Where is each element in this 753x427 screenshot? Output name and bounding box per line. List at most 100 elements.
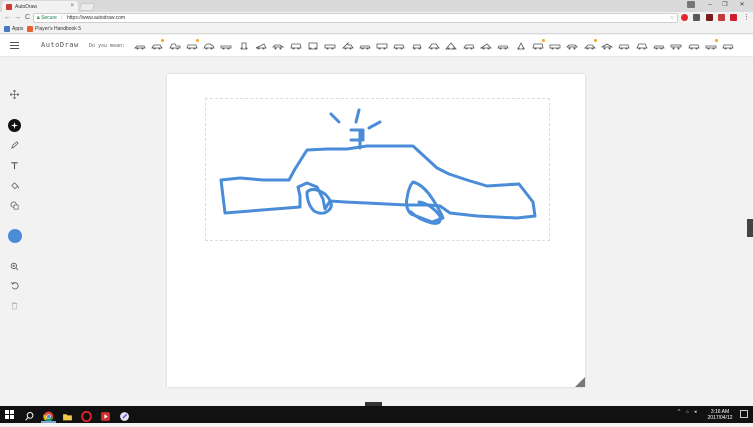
app-icon[interactable] [119, 409, 130, 421]
extension-icon[interactable] [718, 14, 725, 21]
delete-tool[interactable] [8, 299, 21, 312]
vehicle-icon [203, 43, 215, 50]
suggestion-thumbnail[interactable] [305, 40, 322, 52]
suggestion-thumbnail[interactable] [599, 40, 616, 52]
drawing-canvas[interactable] [167, 74, 585, 387]
bookmark-star-icon[interactable]: ☆ [670, 14, 674, 22]
suggestion-thumbnail[interactable] [270, 40, 287, 52]
extension-icon[interactable] [730, 14, 737, 21]
media-app-icon[interactable] [100, 409, 111, 421]
suggestion-thumbnail[interactable] [651, 40, 668, 52]
autodraw-tool[interactable] [8, 119, 21, 132]
suggestion-thumbnail[interactable] [184, 39, 201, 52]
close-window-button[interactable]: ✕ [734, 0, 750, 10]
suggestion-thumbnail[interactable] [720, 40, 737, 52]
suggestion-thumbnail[interactable] [391, 40, 408, 52]
suggestion-thumbnail[interactable] [149, 39, 166, 52]
suggestion-thumbnail[interactable] [564, 40, 581, 52]
suggestion-thumbnail[interactable] [495, 40, 512, 52]
vehicle-icon [445, 42, 458, 50]
suggestion-thumbnail[interactable] [686, 40, 703, 52]
browser-window: AutoDraw × – ❐ ✕ ← → C 🔒︎ Secure | https… [0, 0, 753, 423]
chrome-icon[interactable] [43, 409, 54, 422]
windows-start-icon[interactable] [5, 410, 14, 419]
suggestion-thumbnail[interactable] [426, 40, 443, 52]
suggestion-thumbnail[interactable] [167, 40, 184, 52]
network-icon[interactable]: ⌂ [686, 409, 689, 415]
tab-close-icon[interactable]: × [70, 3, 74, 9]
suggestion-thumbnail[interactable] [253, 40, 270, 52]
vehicle-icon [532, 43, 544, 50]
suggestion-thumbnail[interactable] [132, 40, 149, 52]
suggestion-thumbnail[interactable] [513, 40, 530, 52]
suggestion-thumbnail[interactable] [340, 40, 357, 52]
extension-icon[interactable] [693, 14, 700, 21]
suggestion-thumbnail[interactable] [409, 40, 426, 52]
vehicle-icon [412, 44, 422, 50]
new-tab-button[interactable] [78, 3, 96, 11]
suggestion-thumbnail[interactable] [374, 40, 391, 52]
vehicle-icon [583, 44, 596, 50]
back-button[interactable]: ← [3, 13, 12, 22]
menu-kebab-icon[interactable]: ⋮ [743, 14, 750, 21]
tab-strip: AutoDraw × – ❐ ✕ [0, 0, 753, 12]
suggestion-thumbnail[interactable] [634, 40, 651, 52]
draw-tool[interactable] [8, 139, 21, 152]
app-header: AutoDraw Do you mean: [0, 35, 753, 57]
vehicle-icon [134, 45, 146, 50]
hamburger-menu-icon[interactable] [10, 42, 19, 49]
action-center-icon[interactable] [740, 410, 748, 418]
suggestion-thumbnail[interactable] [616, 40, 633, 52]
suggestion-thumbnail[interactable] [461, 40, 478, 52]
canvas-resize-handle[interactable] [575, 377, 585, 387]
suggestion-thumbnail[interactable] [236, 40, 253, 52]
minimize-button[interactable]: – [703, 0, 717, 10]
vehicle-icon [341, 42, 354, 50]
suggestion-thumbnail[interactable] [201, 40, 218, 52]
user-profile-icon[interactable] [687, 1, 695, 8]
suggestion-thumbnail[interactable] [703, 39, 720, 52]
system-clock[interactable]: 3:16 AM 2017/04/12 [703, 409, 737, 421]
extension-icon[interactable] [706, 14, 713, 21]
suggestion-thumbnail[interactable] [288, 40, 305, 52]
tray-chevron-icon[interactable]: ^ [678, 409, 680, 415]
opera-extension-icon[interactable] [681, 14, 688, 21]
suggestion-thumbnail[interactable] [530, 39, 547, 52]
volume-icon[interactable]: ◂ [694, 409, 697, 415]
vehicle-icon [653, 45, 665, 50]
suggestion-thumbnail[interactable] [322, 40, 339, 52]
bookmark-players-handbook[interactable]: Player's Handbook 5 [27, 25, 81, 33]
shape-tool[interactable] [8, 199, 21, 212]
forward-button[interactable]: → [13, 13, 22, 22]
undo-tool[interactable] [8, 279, 21, 292]
suggestion-thumbnail[interactable] [668, 40, 685, 52]
color-picker[interactable] [8, 229, 22, 243]
move-tool[interactable] [8, 88, 21, 101]
suggestion-thumbnail[interactable] [582, 39, 599, 52]
suggestion-thumbnail[interactable] [218, 40, 235, 52]
suggestion-thumbnail[interactable] [443, 40, 460, 52]
type-tool[interactable] [8, 159, 21, 172]
reload-button[interactable]: C [23, 13, 32, 22]
search-icon[interactable] [24, 409, 35, 421]
suggestion-strip [132, 39, 752, 52]
page-scrollbar[interactable] [747, 219, 753, 237]
vehicle-icon [635, 43, 648, 50]
suggestion-thumbnail[interactable] [478, 40, 495, 52]
fill-tool[interactable] [8, 179, 21, 192]
autodraw-sparkle-icon [10, 121, 19, 130]
opera-icon[interactable] [81, 409, 92, 423]
windows-taskbar: ^ ⌂ ◂ 3:16 AM 2017/04/12 [0, 406, 753, 423]
address-bar[interactable]: 🔒︎ Secure | https://www.autodraw.com ☆ [33, 13, 678, 23]
zoom-tool[interactable] [8, 260, 21, 273]
suggestion-thumbnail[interactable] [357, 40, 374, 52]
autodraw-favicon-icon [6, 3, 12, 10]
suggestion-thumbnail[interactable] [547, 40, 564, 52]
file-explorer-icon[interactable] [62, 409, 73, 421]
vehicle-icon [393, 44, 406, 50]
restore-button[interactable]: ❐ [718, 0, 732, 10]
apps-grid-icon [4, 26, 10, 32]
bookmark-apps[interactable]: Apps [4, 25, 23, 33]
tab-autodraw[interactable]: AutoDraw × [2, 1, 78, 12]
secure-label: Secure [41, 15, 57, 21]
